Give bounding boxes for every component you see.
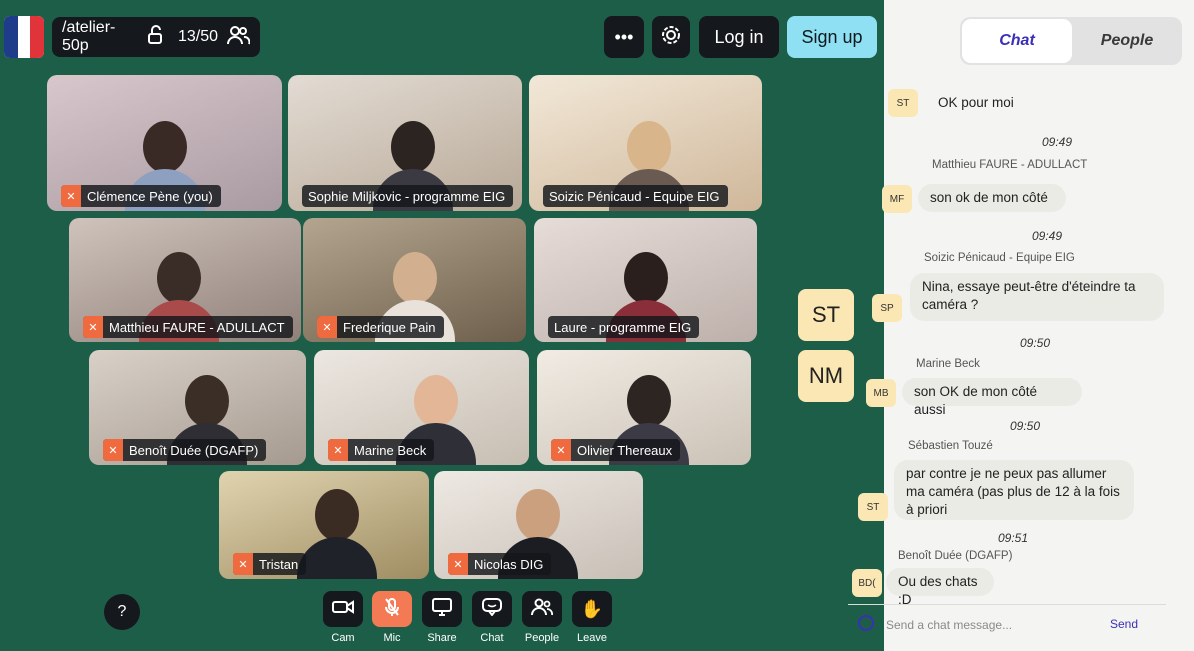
settings-button[interactable] [652, 16, 690, 58]
video-tile[interactable]: ✕ Olivier Thereaux [537, 350, 751, 465]
more-options-button[interactable]: ••• [604, 16, 644, 58]
wave-hand-icon: ✋ [580, 598, 604, 619]
message-time: 09:51 [998, 531, 1029, 545]
video-area: /atelier-50p 13/50 ••• Log in Sign up ✕ C… [0, 0, 884, 651]
mic-muted-icon: ✕ [83, 316, 103, 338]
message-author: Sébastien Touzé [908, 440, 993, 452]
mic-muted-icon: ✕ [551, 439, 571, 461]
message-author: Soizic Pénicaud - Equipe EIG [924, 252, 1075, 264]
people-icon [226, 25, 251, 50]
chat-message: son ok de mon côté [918, 184, 1066, 212]
participant-name: ✕ Matthieu FAURE - ADULLACT [83, 316, 293, 338]
mic-muted-icon: ✕ [61, 185, 81, 207]
chat-message: son OK de mon côté aussi [902, 378, 1082, 417]
camera-icon [332, 599, 354, 620]
avatar[interactable]: NM [798, 350, 854, 402]
participant-name: ✕ Tristan [233, 553, 307, 575]
participant-name: Soizic Pénicaud - Equipe EIG [543, 185, 728, 207]
ellipsis-icon: ••• [614, 26, 634, 47]
message-author: Benoît Duée (DGAFP) [898, 550, 1013, 562]
chat-label: Chat [480, 632, 504, 644]
message-time: 09:50 [1010, 419, 1041, 433]
message-time: 09:49 [1042, 135, 1073, 149]
chat-message: Nina, essaye peut-être d'éteindre ta cam… [910, 273, 1164, 321]
video-tile[interactable]: ✕ Tristan [219, 471, 429, 579]
participant-name: ✕ Clémence Pène (you) [61, 185, 221, 207]
mic-muted-icon: ✕ [448, 553, 468, 575]
mic-button[interactable]: Mic [371, 591, 413, 647]
share-button[interactable]: Share [421, 591, 463, 647]
avatar: BD( [852, 569, 882, 597]
emoji-icon[interactable] [858, 615, 874, 631]
participant-name: ✕ Marine Beck [328, 439, 435, 461]
mic-muted-icon [384, 597, 400, 622]
participant-name: ✕ Benoît Duée (DGAFP) [103, 439, 267, 461]
avatar: SP [872, 294, 902, 322]
video-tile[interactable]: Soizic Pénicaud - Equipe EIG [529, 75, 762, 211]
share-label: Share [427, 632, 457, 644]
video-tile[interactable]: ✕ Matthieu FAURE - ADULLACT [69, 218, 301, 342]
signup-button[interactable]: Sign up [787, 16, 877, 58]
people-label: People [524, 632, 560, 644]
screen-share-icon [432, 597, 452, 621]
video-tile[interactable]: ✕ Nicolas DIG [434, 471, 643, 579]
room-info: /atelier-50p 13/50 [52, 17, 260, 57]
logo [4, 16, 44, 58]
participant-name: ✕ Olivier Thereaux [551, 439, 681, 461]
chat-input[interactable] [886, 614, 1086, 636]
panel-tabs: Chat People [960, 17, 1182, 65]
message-author: Matthieu FAURE - ADULLACT [932, 159, 1088, 171]
cam-button[interactable]: Cam [322, 591, 364, 647]
tab-people[interactable]: People [1074, 19, 1180, 63]
chat-message: OK pour moi [938, 95, 1014, 110]
video-tile[interactable]: ✕ Clémence Pène (you) [47, 75, 282, 211]
help-button[interactable]: ? [104, 594, 140, 630]
avatar: ST [858, 493, 888, 521]
avatar: ST [888, 89, 918, 117]
video-tile[interactable]: ✕ Benoît Duée (DGAFP) [89, 350, 306, 465]
participant-count: 13/50 [177, 28, 218, 45]
mic-muted-icon: ✕ [233, 553, 253, 575]
gear-icon [660, 24, 682, 51]
video-tile[interactable]: Laure - programme EIG [534, 218, 757, 342]
leave-label: Leave [577, 632, 607, 644]
message-author: Marine Beck [916, 358, 980, 370]
participant-name: Laure - programme EIG [548, 316, 700, 338]
chat-message: Ou des chats :D [886, 568, 994, 607]
send-button[interactable]: Send [1110, 617, 1138, 631]
tab-chat[interactable]: Chat [962, 19, 1072, 63]
mic-label: Mic [383, 632, 401, 644]
chat-button[interactable]: Chat [471, 591, 513, 647]
avatar: MB [866, 379, 896, 407]
mic-muted-icon: ✕ [317, 316, 337, 338]
message-time: 09:49 [1032, 229, 1063, 243]
video-tile[interactable]: Sophie Miljkovic - programme EIG [288, 75, 522, 211]
people-icon [531, 598, 553, 621]
app-window: /atelier-50p 13/50 ••• Log in Sign up ✕ C… [0, 0, 1194, 651]
video-tile[interactable]: ✕ Frederique Pain [303, 218, 526, 342]
leave-button[interactable]: ✋ Leave [571, 591, 613, 647]
video-tile[interactable]: ✕ Marine Beck [314, 350, 529, 465]
login-button[interactable]: Log in [699, 16, 779, 58]
avatar[interactable]: ST [798, 289, 854, 341]
participant-name: ✕ Frederique Pain [317, 316, 444, 338]
participant-name: ✕ Nicolas DIG [448, 553, 552, 575]
mic-muted-icon: ✕ [103, 439, 123, 461]
message-time: 09:50 [1020, 336, 1051, 350]
participant-name: Sophie Miljkovic - programme EIG [302, 185, 514, 207]
mic-muted-icon: ✕ [328, 439, 348, 461]
chat-message: par contre je ne peux pas allumer ma cam… [894, 460, 1134, 520]
room-name: /atelier-50p [62, 19, 116, 54]
cam-label: Cam [331, 632, 355, 644]
people-button[interactable]: People [521, 591, 563, 647]
chat-bubble-icon [482, 597, 502, 621]
avatar: MF [882, 185, 912, 213]
unlock-icon[interactable] [146, 24, 166, 50]
